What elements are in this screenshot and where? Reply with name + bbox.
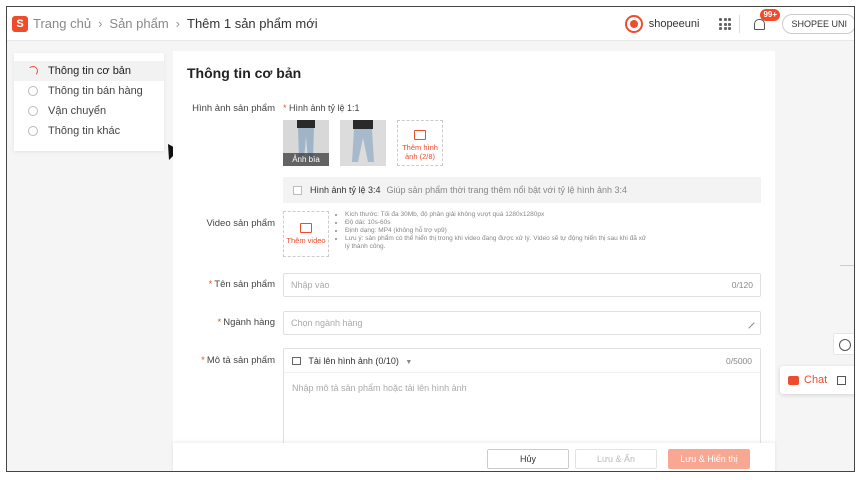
shopee-uni-button[interactable]: SHOPEE UNI	[782, 14, 854, 34]
description-textarea[interactable]: Nhập mô tả sản phẩm hoặc tải lên hình ản…	[284, 373, 760, 403]
breadcrumb: Trang chủ › Sản phẩm › Thêm 1 sản phẩm m…	[33, 16, 318, 31]
shop-name[interactable]: shopeeuni	[649, 18, 700, 30]
breadcrumb-products[interactable]: Sản phẩm	[109, 16, 168, 31]
card-title: Thông tin cơ bản	[187, 65, 302, 81]
image-add-icon	[414, 130, 426, 140]
product-name-label: * Tên sản phẩm	[208, 279, 275, 290]
breadcrumb-current: Thêm 1 sản phẩm mới	[187, 16, 318, 31]
basic-info-card: Thông tin cơ bản Hình ảnh sản phẩm * Hìn…	[173, 51, 775, 471]
nav-item-shipping[interactable]: Vận chuyển	[14, 101, 164, 121]
apps-grid-icon[interactable]	[719, 18, 732, 30]
product-image-cover[interactable]: Ảnh bìa	[283, 120, 329, 166]
chat-icon	[788, 375, 799, 385]
header-right: shopeeuni 99+ SHOPEE UNI	[624, 7, 854, 41]
video-requirements: Kích thước: Tối đa 30Mb, độ phân giải kh…	[337, 211, 647, 251]
video-label: Video sản phẩm	[206, 218, 276, 229]
ratio-34-label: Hình ảnh tỷ lệ 3:4	[310, 185, 381, 195]
video-note: Kích thước: Tối đa 30Mb, độ phân giải kh…	[345, 211, 647, 219]
expand-icon[interactable]	[837, 375, 847, 385]
ratio-34-row: Hình ảnh tỷ lệ 3:4 Giúp sản phẩm thời tr…	[283, 177, 761, 203]
video-note: Độ dài: 10s-60s	[345, 219, 647, 227]
add-video-button[interactable]: Thêm video	[283, 211, 329, 257]
ratio-11-label: * Hình ảnh tỷ lệ 1:1	[283, 103, 360, 113]
radio-icon	[28, 126, 38, 136]
upload-images-button[interactable]: Tải lên hình ảnh (0/10) ▼	[292, 356, 412, 366]
chat-label: Chat	[804, 374, 828, 386]
section-nav: Thông tin cơ bản Thông tin bán hàng Vận …	[14, 53, 164, 151]
description-toolbar: Tải lên hình ảnh (0/10) ▼ 0/5000	[284, 349, 760, 373]
shop-avatar-icon[interactable]	[624, 15, 643, 33]
nav-item-label: Thông tin cơ bản	[48, 65, 132, 77]
nav-item-label: Thông tin bán hàng	[48, 85, 143, 97]
action-bar: Hủy Lưu & Ẩn Lưu & Hiển thị	[173, 443, 775, 471]
chat-widget[interactable]: Chat	[780, 366, 854, 394]
category-label: * Ngành hàng	[217, 317, 275, 328]
ratio-34-hint: Giúp sản phẩm thời trang thêm nổi bật vớ…	[386, 185, 627, 195]
help-icon[interactable]	[833, 333, 854, 355]
add-image-button[interactable]: Thêm hình ảnh (2/8)	[397, 120, 443, 166]
notification-badge: 99+	[760, 9, 781, 21]
browser-frame: S Trang chủ › Sản phẩm › Thêm 1 sản phẩm…	[6, 6, 855, 472]
nav-item-sales-info[interactable]: Thông tin bán hàng	[14, 81, 164, 101]
video-note: Lưu ý: sản phẩm có thể hiển thị trong kh…	[345, 235, 647, 251]
header-divider	[739, 15, 741, 33]
save-publish-button[interactable]: Lưu & Hiển thị	[668, 449, 750, 469]
nav-item-label: Vận chuyển	[48, 105, 107, 117]
description-char-count: 0/5000	[726, 355, 752, 366]
video-note: Định dạng: MP4 (không hỗ trợ vp9)	[345, 227, 647, 235]
name-char-count: 0/120	[731, 280, 753, 290]
pencil-icon	[743, 317, 755, 329]
ratio-34-checkbox[interactable]	[293, 185, 302, 195]
nav-item-other-info[interactable]: Thông tin khác	[14, 121, 164, 141]
video-add-icon	[300, 223, 312, 233]
cover-tag: Ảnh bìa	[283, 153, 329, 166]
breadcrumb-home[interactable]: Trang chủ	[33, 16, 91, 31]
bell-icon[interactable]: 99+	[752, 9, 781, 31]
top-header: S Trang chủ › Sản phẩm › Thêm 1 sản phẩm…	[7, 7, 854, 41]
nav-item-label: Thông tin khác	[48, 125, 121, 137]
radio-icon	[28, 86, 38, 96]
picture-icon	[292, 357, 301, 366]
nav-item-basic-info[interactable]: Thông tin cơ bản	[14, 61, 164, 81]
progress-radio-icon	[28, 66, 38, 76]
category-select[interactable]: Chọn ngành hàng	[283, 311, 761, 335]
breadcrumb-separator-icon: ›	[175, 16, 181, 31]
save-hide-button[interactable]: Lưu & Ẩn	[575, 449, 657, 469]
shopee-logo-icon[interactable]: S	[12, 15, 28, 32]
product-image-2[interactable]	[340, 120, 386, 166]
scroll-marker	[840, 265, 854, 266]
product-images-label: Hình ảnh sản phẩm	[192, 103, 275, 114]
description-label: * Mô tả sản phẩm	[201, 355, 275, 366]
description-editor[interactable]: Tải lên hình ảnh (0/10) ▼ 0/5000 Nhập mô…	[283, 348, 761, 448]
breadcrumb-separator-icon: ›	[98, 16, 103, 31]
jeans-image	[340, 120, 386, 166]
cancel-button[interactable]: Hủy	[487, 449, 569, 469]
radio-icon	[28, 106, 38, 116]
product-name-input[interactable]: Nhập vào 0/120	[283, 273, 761, 297]
caret-down-icon: ▼	[405, 358, 413, 366]
